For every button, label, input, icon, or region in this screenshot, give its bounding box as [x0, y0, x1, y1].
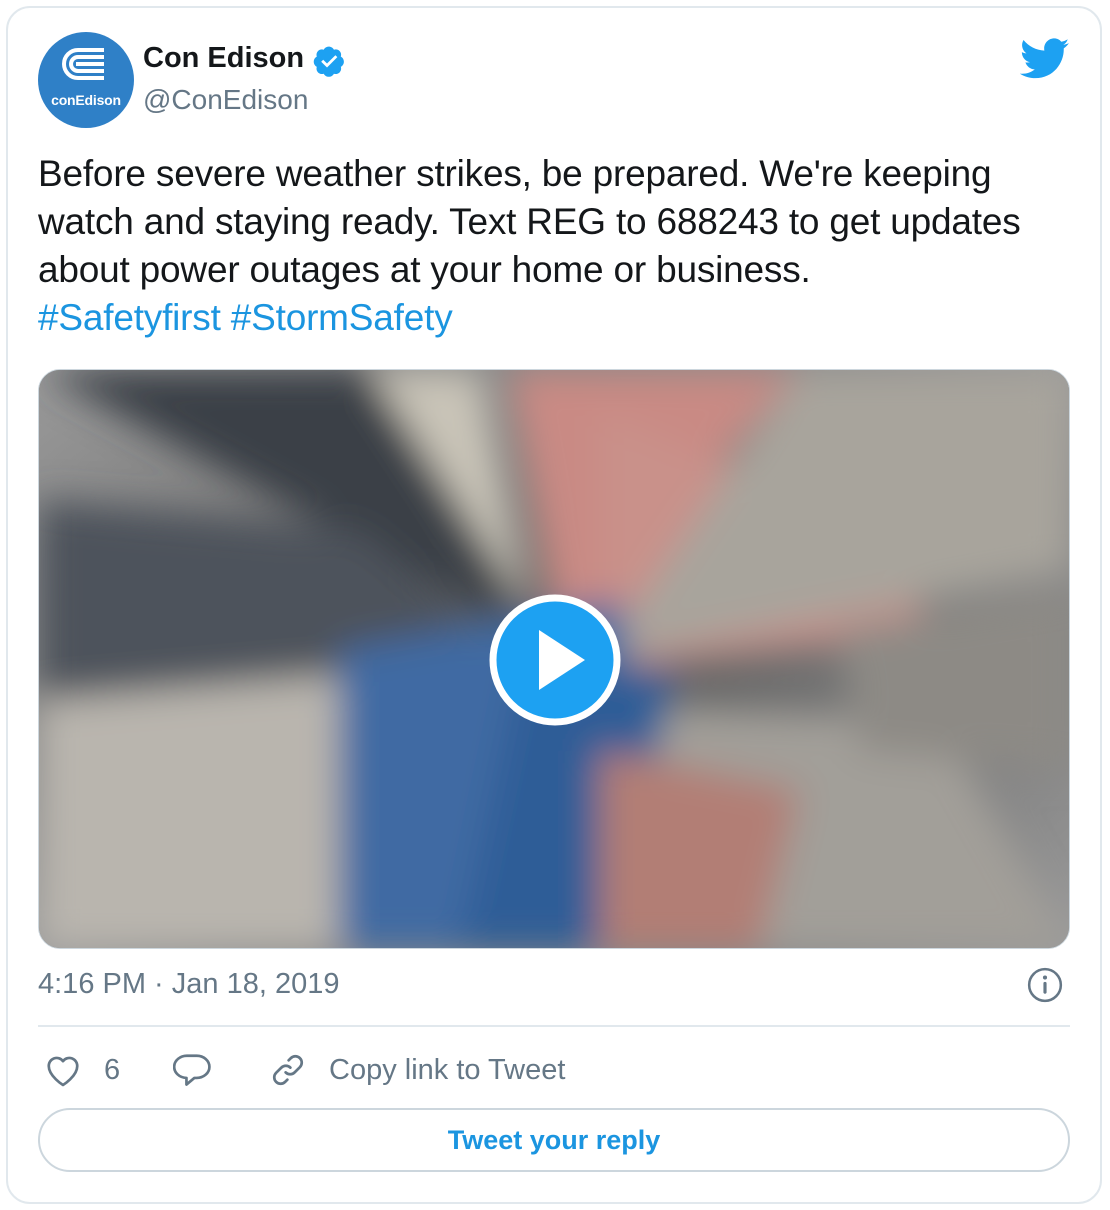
heart-icon	[47, 1056, 79, 1087]
tweet-text: Before severe weather strikes, be prepar…	[38, 153, 1021, 290]
tweet-actions: 6 Copy link to Tweet	[38, 1045, 1070, 1095]
like-button[interactable]: 6	[44, 1045, 120, 1095]
reply-bubble-icon	[173, 1054, 211, 1086]
play-icon[interactable]	[487, 592, 623, 728]
tweet-timestamp[interactable]: 4:16 PM · Jan 18, 2019	[38, 968, 339, 1001]
divider	[38, 1025, 1070, 1027]
copy-link-label: Copy link to Tweet	[329, 1053, 566, 1086]
copy-link-button[interactable]: Copy link to Tweet	[269, 1045, 565, 1095]
verified-badge-icon	[313, 46, 344, 77]
conedison-logo-icon	[62, 48, 104, 80]
author-name[interactable]: Con Edison	[143, 42, 304, 75]
tweet-your-reply-button[interactable]: Tweet your reply	[38, 1108, 1070, 1172]
avatar-brand-text: conEdison	[51, 92, 121, 108]
author-avatar[interactable]: conEdison	[38, 32, 134, 128]
tweet-body: Before severe weather strikes, be prepar…	[38, 150, 1078, 342]
link-icon	[272, 1054, 304, 1086]
tweet-hashtags[interactable]: #Safetyfirst #StormSafety	[38, 297, 453, 338]
author-handle[interactable]: @ConEdison	[143, 84, 308, 116]
twitter-bird-icon[interactable]	[1020, 38, 1070, 80]
reply-button[interactable]	[173, 1045, 211, 1095]
like-count: 6	[104, 1053, 121, 1086]
info-icon[interactable]	[1026, 966, 1064, 1004]
